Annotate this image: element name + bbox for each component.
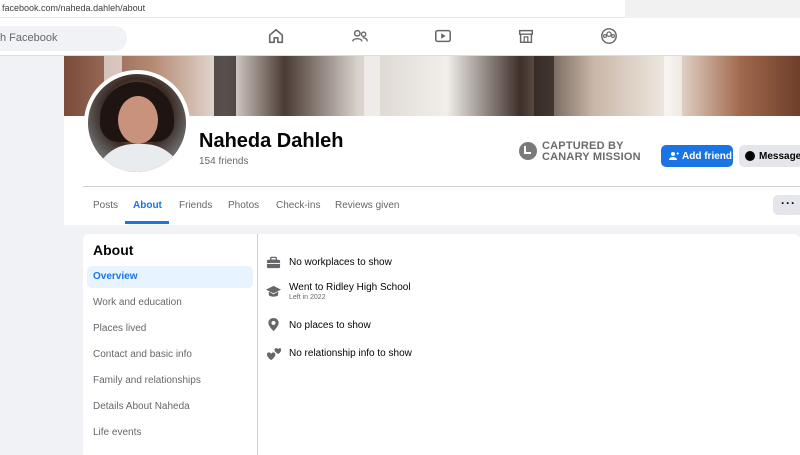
facebook-top-nav: h Facebook bbox=[0, 18, 800, 56]
friends-count[interactable]: 154 friends bbox=[199, 156, 248, 167]
about-nav-work-education[interactable]: Work and education bbox=[87, 292, 253, 314]
url-text[interactable]: facebook.com/naheda.dahleh/about bbox=[2, 3, 145, 13]
places-text: No places to show bbox=[289, 320, 371, 331]
education-subtext: Left in 2022 bbox=[289, 294, 326, 301]
tab-photos[interactable]: Photos bbox=[228, 200, 259, 211]
profile-name[interactable]: Naheda Dahleh bbox=[199, 130, 343, 153]
about-nav-label: Places lived bbox=[93, 323, 147, 334]
tab-reviews-given[interactable]: Reviews given bbox=[335, 200, 399, 211]
cover-photo-detail bbox=[364, 56, 380, 116]
about-nav-family-relationships[interactable]: Family and relationships bbox=[87, 370, 253, 392]
tab-friends[interactable]: Friends bbox=[179, 200, 212, 211]
location-pin-icon bbox=[268, 317, 279, 332]
avatar-shirt bbox=[94, 144, 184, 172]
about-nav-places-lived[interactable]: Places lived bbox=[87, 318, 253, 340]
active-tab-indicator bbox=[125, 221, 169, 224]
add-person-icon bbox=[669, 152, 679, 160]
hearts-icon bbox=[266, 348, 281, 361]
about-title: About bbox=[93, 242, 134, 258]
browser-url-bar[interactable]: facebook.com/naheda.dahleh/about bbox=[0, 0, 800, 18]
tab-about[interactable]: About bbox=[133, 200, 162, 211]
about-nav-label: Family and relationships bbox=[93, 375, 201, 386]
avatar-face bbox=[118, 96, 158, 144]
message-label: Message bbox=[759, 151, 800, 162]
friends-icon[interactable] bbox=[351, 27, 369, 45]
tab-posts[interactable]: Posts bbox=[93, 200, 118, 211]
about-card-divider bbox=[257, 234, 258, 455]
browser-toolbar-area bbox=[625, 0, 800, 18]
about-nav-contact-info[interactable]: Contact and basic info bbox=[87, 344, 253, 366]
message-button[interactable]: Message bbox=[739, 145, 800, 167]
tab-check-ins[interactable]: Check-ins bbox=[276, 200, 320, 211]
watermark-line-2: CANARY MISSION bbox=[542, 151, 641, 163]
about-nav-label: Life events bbox=[93, 427, 142, 438]
workplace-text: No workplaces to show bbox=[289, 257, 392, 268]
briefcase-icon bbox=[266, 256, 281, 269]
header-divider bbox=[83, 186, 800, 187]
profile-avatar[interactable] bbox=[84, 70, 190, 176]
marketplace-icon[interactable] bbox=[517, 27, 535, 45]
groups-icon[interactable] bbox=[600, 27, 618, 45]
search-placeholder: h Facebook bbox=[0, 32, 58, 44]
about-nav-label: Overview bbox=[93, 271, 138, 282]
about-nav-label: Contact and basic info bbox=[93, 349, 192, 360]
checkmark-badge-icon bbox=[519, 142, 537, 160]
about-nav-life-events[interactable]: Life events bbox=[87, 422, 253, 444]
messenger-icon bbox=[745, 151, 755, 161]
cover-photo-detail bbox=[664, 56, 682, 116]
education-text[interactable]: Went to Ridley High School bbox=[289, 282, 411, 293]
search-input[interactable]: h Facebook bbox=[0, 26, 127, 51]
about-nav-label: Work and education bbox=[93, 297, 182, 308]
more-options-button[interactable]: ··· bbox=[773, 195, 800, 215]
about-nav-label: Details About Naheda bbox=[93, 401, 190, 412]
watch-icon[interactable] bbox=[434, 27, 452, 45]
add-friend-button[interactable]: Add friend bbox=[661, 145, 733, 167]
about-nav-overview[interactable]: Overview bbox=[87, 266, 253, 288]
graduation-cap-icon bbox=[266, 285, 281, 297]
cover-photo-detail bbox=[534, 56, 554, 116]
add-friend-label: Add friend bbox=[682, 151, 732, 162]
cover-photo-detail bbox=[214, 56, 236, 116]
home-icon[interactable] bbox=[267, 27, 285, 45]
relationship-text: No relationship info to show bbox=[289, 348, 412, 359]
canary-mission-watermark: CAPTURED BY CANARY MISSION bbox=[519, 140, 649, 166]
more-options-label: ··· bbox=[781, 196, 796, 210]
about-nav-details[interactable]: Details About Naheda bbox=[87, 396, 253, 418]
